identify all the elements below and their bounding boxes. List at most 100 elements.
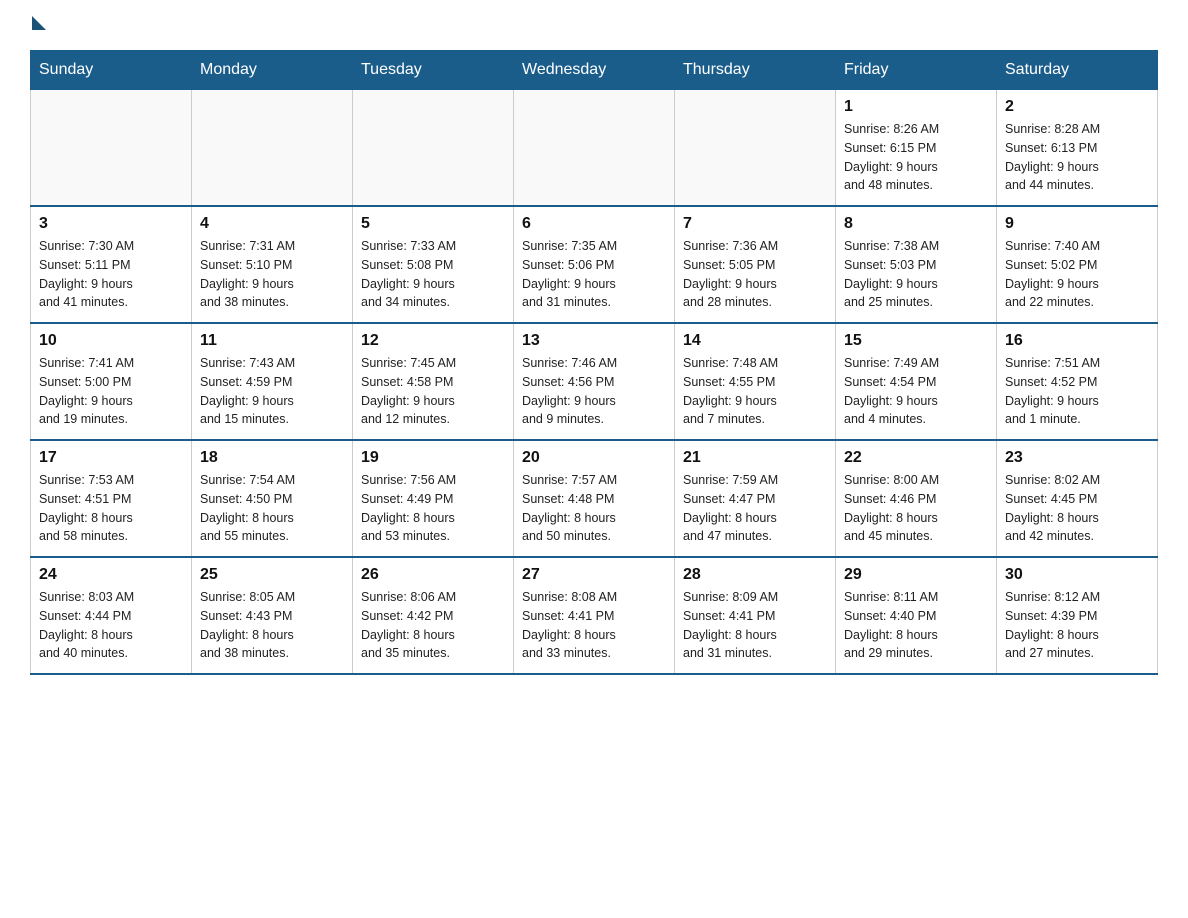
day-info: Sunrise: 7:35 AMSunset: 5:06 PMDaylight:… bbox=[522, 237, 666, 312]
day-number: 11 bbox=[200, 332, 344, 350]
day-number: 3 bbox=[39, 215, 183, 233]
day-info: Sunrise: 7:43 AMSunset: 4:59 PMDaylight:… bbox=[200, 354, 344, 429]
calendar-cell: 2 Sunrise: 8:28 AMSunset: 6:13 PMDaylight… bbox=[997, 90, 1158, 207]
day-info: Sunrise: 8:11 AMSunset: 4:40 PMDaylight:… bbox=[844, 588, 988, 663]
day-number: 29 bbox=[844, 566, 988, 584]
calendar-cell: 19 Sunrise: 7:56 AMSunset: 4:49 PMDayligh… bbox=[353, 440, 514, 557]
col-thursday: Thursday bbox=[675, 51, 836, 90]
day-number: 15 bbox=[844, 332, 988, 350]
day-number: 25 bbox=[200, 566, 344, 584]
day-number: 4 bbox=[200, 215, 344, 233]
calendar-cell: 10Sunrise: 7:41 AMSunset: 5:00 PMDayligh… bbox=[31, 323, 192, 440]
day-info: Sunrise: 8:08 AMSunset: 4:41 PMDaylight:… bbox=[522, 588, 666, 663]
calendar-cell: 5Sunrise: 7:33 AMSunset: 5:08 PMDaylight… bbox=[353, 206, 514, 323]
logo-area bbox=[30, 20, 46, 32]
day-info: Sunrise: 7:56 AMSunset: 4:49 PMDaylight:… bbox=[361, 471, 505, 546]
day-info: Sunrise: 7:40 AMSunset: 5:02 PMDaylight:… bbox=[1005, 237, 1149, 312]
calendar-week-row: 3 Sunrise: 7:30 AMSunset: 5:11 PMDaylight… bbox=[31, 206, 1158, 323]
calendar-cell: 4Sunrise: 7:31 AMSunset: 5:10 PMDaylight… bbox=[192, 206, 353, 323]
col-tuesday: Tuesday bbox=[353, 51, 514, 90]
day-number: 1 bbox=[844, 98, 988, 116]
day-number: 12 bbox=[361, 332, 505, 350]
calendar-cell: 9 Sunrise: 7:40 AMSunset: 5:02 PMDaylight… bbox=[997, 206, 1158, 323]
day-number: 21 bbox=[683, 449, 827, 467]
calendar-table: Sunday Monday Tuesday Wednesday Thursday… bbox=[30, 50, 1158, 675]
day-info: Sunrise: 7:53 AMSunset: 4:51 PMDaylight:… bbox=[39, 471, 183, 546]
calendar-cell: 11 Sunrise: 7:43 AMSunset: 4:59 PMDayligh… bbox=[192, 323, 353, 440]
day-info: Sunrise: 7:41 AMSunset: 5:00 PMDaylight:… bbox=[39, 354, 183, 429]
day-info: Sunrise: 8:03 AMSunset: 4:44 PMDaylight:… bbox=[39, 588, 183, 663]
day-number: 27 bbox=[522, 566, 666, 584]
calendar-cell bbox=[675, 90, 836, 207]
day-number: 30 bbox=[1005, 566, 1149, 584]
calendar-cell bbox=[31, 90, 192, 207]
page-header bbox=[30, 20, 1158, 32]
day-number: 13 bbox=[522, 332, 666, 350]
calendar-cell bbox=[192, 90, 353, 207]
day-number: 8 bbox=[844, 215, 988, 233]
calendar-cell: 27 Sunrise: 8:08 AMSunset: 4:41 PMDayligh… bbox=[514, 557, 675, 674]
day-info: Sunrise: 8:26 AMSunset: 6:15 PMDaylight:… bbox=[844, 120, 988, 195]
col-wednesday: Wednesday bbox=[514, 51, 675, 90]
calendar-week-row: 17 Sunrise: 7:53 AMSunset: 4:51 PMDayligh… bbox=[31, 440, 1158, 557]
day-number: 6 bbox=[522, 215, 666, 233]
day-number: 20 bbox=[522, 449, 666, 467]
day-number: 9 bbox=[1005, 215, 1149, 233]
col-friday: Friday bbox=[836, 51, 997, 90]
calendar-cell: 26Sunrise: 8:06 AMSunset: 4:42 PMDayligh… bbox=[353, 557, 514, 674]
day-number: 16 bbox=[1005, 332, 1149, 350]
calendar-cell: 29 Sunrise: 8:11 AMSunset: 4:40 PMDayligh… bbox=[836, 557, 997, 674]
col-monday: Monday bbox=[192, 51, 353, 90]
day-number: 18 bbox=[200, 449, 344, 467]
day-info: Sunrise: 8:00 AMSunset: 4:46 PMDaylight:… bbox=[844, 471, 988, 546]
day-info: Sunrise: 8:12 AMSunset: 4:39 PMDaylight:… bbox=[1005, 588, 1149, 663]
day-number: 17 bbox=[39, 449, 183, 467]
header-row: Sunday Monday Tuesday Wednesday Thursday… bbox=[31, 51, 1158, 90]
calendar-cell: 24 Sunrise: 8:03 AMSunset: 4:44 PMDayligh… bbox=[31, 557, 192, 674]
day-info: Sunrise: 7:48 AMSunset: 4:55 PMDaylight:… bbox=[683, 354, 827, 429]
day-info: Sunrise: 8:05 AMSunset: 4:43 PMDaylight:… bbox=[200, 588, 344, 663]
calendar-cell bbox=[514, 90, 675, 207]
day-info: Sunrise: 7:54 AMSunset: 4:50 PMDaylight:… bbox=[200, 471, 344, 546]
day-info: Sunrise: 7:57 AMSunset: 4:48 PMDaylight:… bbox=[522, 471, 666, 546]
day-info: Sunrise: 8:09 AMSunset: 4:41 PMDaylight:… bbox=[683, 588, 827, 663]
day-number: 19 bbox=[361, 449, 505, 467]
day-number: 28 bbox=[683, 566, 827, 584]
calendar-cell: 12Sunrise: 7:45 AMSunset: 4:58 PMDayligh… bbox=[353, 323, 514, 440]
day-number: 22 bbox=[844, 449, 988, 467]
logo-text bbox=[30, 20, 46, 30]
calendar-cell: 20 Sunrise: 7:57 AMSunset: 4:48 PMDayligh… bbox=[514, 440, 675, 557]
calendar-cell: 13 Sunrise: 7:46 AMSunset: 4:56 PMDayligh… bbox=[514, 323, 675, 440]
day-number: 2 bbox=[1005, 98, 1149, 116]
day-info: Sunrise: 7:38 AMSunset: 5:03 PMDaylight:… bbox=[844, 237, 988, 312]
calendar-cell: 1 Sunrise: 8:26 AMSunset: 6:15 PMDaylight… bbox=[836, 90, 997, 207]
calendar-cell: 23Sunrise: 8:02 AMSunset: 4:45 PMDayligh… bbox=[997, 440, 1158, 557]
day-info: Sunrise: 8:02 AMSunset: 4:45 PMDaylight:… bbox=[1005, 471, 1149, 546]
day-number: 14 bbox=[683, 332, 827, 350]
calendar-cell bbox=[353, 90, 514, 207]
calendar-week-row: 24 Sunrise: 8:03 AMSunset: 4:44 PMDayligh… bbox=[31, 557, 1158, 674]
day-info: Sunrise: 8:28 AMSunset: 6:13 PMDaylight:… bbox=[1005, 120, 1149, 195]
day-info: Sunrise: 7:59 AMSunset: 4:47 PMDaylight:… bbox=[683, 471, 827, 546]
calendar-cell: 3 Sunrise: 7:30 AMSunset: 5:11 PMDaylight… bbox=[31, 206, 192, 323]
day-info: Sunrise: 8:06 AMSunset: 4:42 PMDaylight:… bbox=[361, 588, 505, 663]
calendar-cell: 8 Sunrise: 7:38 AMSunset: 5:03 PMDaylight… bbox=[836, 206, 997, 323]
day-info: Sunrise: 7:30 AMSunset: 5:11 PMDaylight:… bbox=[39, 237, 183, 312]
calendar-cell: 15 Sunrise: 7:49 AMSunset: 4:54 PMDayligh… bbox=[836, 323, 997, 440]
calendar-cell: 6 Sunrise: 7:35 AMSunset: 5:06 PMDaylight… bbox=[514, 206, 675, 323]
day-info: Sunrise: 7:46 AMSunset: 4:56 PMDaylight:… bbox=[522, 354, 666, 429]
calendar-cell: 28 Sunrise: 8:09 AMSunset: 4:41 PMDayligh… bbox=[675, 557, 836, 674]
calendar-cell: 21 Sunrise: 7:59 AMSunset: 4:47 PMDayligh… bbox=[675, 440, 836, 557]
calendar-cell: 18 Sunrise: 7:54 AMSunset: 4:50 PMDayligh… bbox=[192, 440, 353, 557]
calendar-body: 1 Sunrise: 8:26 AMSunset: 6:15 PMDaylight… bbox=[31, 90, 1158, 675]
day-info: Sunrise: 7:51 AMSunset: 4:52 PMDaylight:… bbox=[1005, 354, 1149, 429]
calendar-cell: 25 Sunrise: 8:05 AMSunset: 4:43 PMDayligh… bbox=[192, 557, 353, 674]
calendar-cell: 22 Sunrise: 8:00 AMSunset: 4:46 PMDayligh… bbox=[836, 440, 997, 557]
calendar-cell: 16 Sunrise: 7:51 AMSunset: 4:52 PMDayligh… bbox=[997, 323, 1158, 440]
day-info: Sunrise: 7:49 AMSunset: 4:54 PMDaylight:… bbox=[844, 354, 988, 429]
calendar-cell: 7Sunrise: 7:36 AMSunset: 5:05 PMDaylight… bbox=[675, 206, 836, 323]
calendar-week-row: 10Sunrise: 7:41 AMSunset: 5:00 PMDayligh… bbox=[31, 323, 1158, 440]
calendar-cell: 14 Sunrise: 7:48 AMSunset: 4:55 PMDayligh… bbox=[675, 323, 836, 440]
day-number: 24 bbox=[39, 566, 183, 584]
calendar-header: Sunday Monday Tuesday Wednesday Thursday… bbox=[31, 51, 1158, 90]
